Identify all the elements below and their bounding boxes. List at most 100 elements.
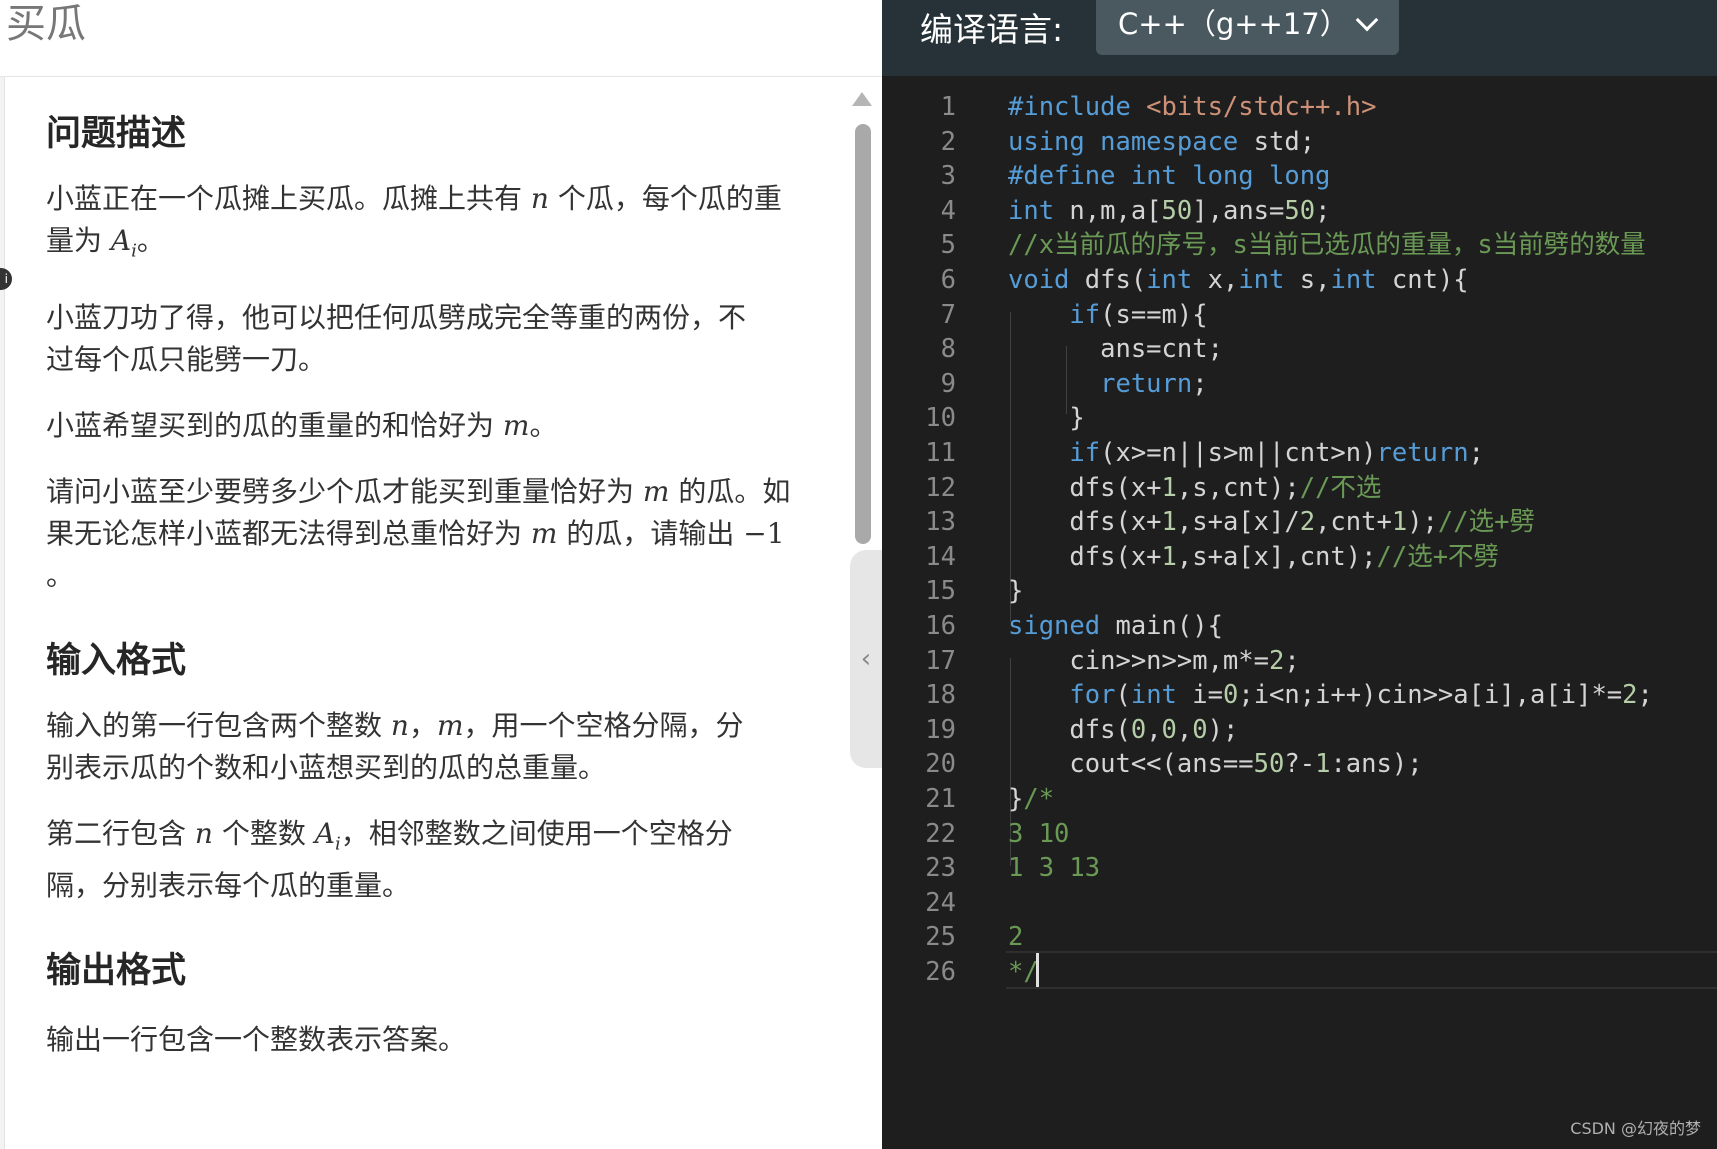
code-line: */: [1008, 957, 1039, 987]
language-select[interactable]: C++（g++17）: [1096, 0, 1399, 55]
problem-panel: 买瓜 i 问题描述 小蓝正在一个瓜摊上买瓜。瓜摊上共有 n 个瓜，每个瓜的重 量…: [0, 0, 882, 1149]
line-number: 9: [940, 368, 956, 399]
description-paragraph-1: 小蓝正在一个瓜摊上买瓜。瓜摊上共有 n 个瓜，每个瓜的重 量为 Ai。: [46, 178, 816, 273]
line-number: 24: [925, 887, 956, 918]
line-number: 20: [925, 749, 956, 780]
input-paragraph-2: 第二行包含 n 个整数 Ai，相邻整数之间使用一个空格分隔，分别表示每个瓜的重量…: [46, 813, 766, 908]
code-line: #define int long long: [1008, 161, 1331, 192]
text: 。: [529, 408, 558, 442]
line-number: 7: [940, 299, 956, 330]
code-line: int n,m,a[50],ans=50;: [1008, 195, 1331, 226]
code-line: dfs(0,0,0);: [1008, 714, 1239, 745]
description-paragraph-2: 小蓝刀功了得，他可以把任何瓜劈成完全等重的两份，不过每个瓜只能劈一刀。: [46, 300, 747, 376]
language-label: 编译语言:: [920, 10, 1064, 49]
code-line: dfs(x+1,s+a[x]/2,cnt+1);//选+劈: [1008, 507, 1535, 538]
description-paragraph-4: 请问小蓝至少要劈多少个瓜才能买到重量恰好为 m 的瓜。如 果无论怎样小蓝都无法得…: [46, 471, 816, 597]
math-var: n: [194, 816, 213, 850]
math-value: −1: [743, 516, 785, 550]
title-divider: [0, 76, 882, 77]
text: 个整数: [212, 816, 315, 850]
code-editor[interactable]: 1 2 3 4 5 6 7 8 9 10 11 12 13 14 15 16 17 18 19 20 21 22 23 24 2…: [882, 76, 1717, 1149]
line-number: 19: [925, 714, 956, 745]
line-number: 13: [925, 507, 956, 538]
text-cursor: [1036, 953, 1039, 987]
code-line: #include <bits/stdc++.h>: [1008, 92, 1377, 122]
line-number: 15: [925, 576, 956, 607]
math-var: m: [530, 516, 558, 550]
text: 的瓜。如: [669, 474, 791, 508]
description-paragraph-3: 小蓝希望买到的瓜的重量的和恰好为 m。: [46, 405, 816, 447]
line-number: 8: [940, 334, 956, 365]
code-panel: 编译语言: C++（g++17） 1 2 3 4 5 6 7 8 9 10 11 12 13 14 15 16…: [882, 0, 1717, 1149]
chevron-left-icon: ‹: [860, 644, 872, 674]
line-number: 5: [940, 230, 956, 261]
line-number: 21: [925, 784, 956, 814]
code-line: void dfs(int x,int s,int cnt){: [1008, 265, 1469, 295]
text: 。: [136, 224, 165, 257]
text: 小蓝正在一个瓜摊上买瓜。瓜摊上共有: [46, 182, 531, 215]
line-number: 2: [940, 126, 956, 157]
panel-edge: [0, 77, 5, 1149]
math-var: A: [314, 816, 335, 850]
line-number: 16: [925, 611, 956, 641]
section-heading-input: 输入格式: [46, 640, 187, 681]
language-select-value: C++（g++17）: [1118, 7, 1349, 41]
math-var: n: [530, 182, 549, 215]
math-var: A: [110, 224, 132, 257]
line-number: 6: [940, 265, 956, 295]
math-var: n: [390, 708, 409, 742]
math-var: m: [642, 474, 670, 508]
code-line: }: [1008, 403, 1085, 434]
section-heading-output: 输出格式: [46, 951, 187, 992]
line-number: 17: [925, 645, 956, 676]
info-icon[interactable]: i: [0, 268, 12, 290]
active-line-highlight: [1006, 951, 1717, 989]
line-number: 14: [925, 541, 956, 572]
output-paragraph-1: 输出一行包含一个整数表示答案。: [46, 1023, 467, 1057]
section-heading-description: 问题描述: [46, 114, 187, 154]
scroll-up-arrow-icon[interactable]: [852, 92, 872, 106]
line-number: 18: [925, 680, 956, 711]
code-line: return;: [1100, 368, 1208, 399]
vertical-scrollbar-thumb[interactable]: [855, 124, 871, 544]
chevron-down-icon: [1355, 8, 1379, 32]
editor-toolbar: 编译语言: C++（g++17）: [882, 0, 1717, 76]
code-line: cin>>n>>m,m*=2;: [1008, 645, 1300, 676]
line-number: 3: [940, 161, 956, 192]
math-var: m: [436, 708, 464, 742]
problem-title: 买瓜: [6, 1, 86, 47]
line-number: 1: [940, 92, 956, 122]
code-line: dfs(x+1,s+a[x],cnt);//选+不劈: [1008, 541, 1500, 572]
code-line: if(x>=n||s>m||cnt>n)return;: [1069, 438, 1484, 468]
code-line: if(s==m){: [1069, 299, 1208, 330]
watermark: CSDN @幻夜的梦: [1570, 1119, 1701, 1138]
text: 输入的第一行包含两个整数: [46, 708, 391, 742]
text: 量为: [46, 224, 111, 257]
code-line: }: [1008, 576, 1024, 607]
input-paragraph-1: 输入的第一行包含两个整数 n，m，用一个空格分隔，分别表示瓜的个数和小蓝想买到的…: [46, 705, 766, 789]
code-line: 3 10: [1008, 818, 1070, 849]
text: ，: [408, 708, 437, 742]
line-number: 4: [940, 195, 956, 226]
code-line: 1 3 13: [1008, 853, 1101, 884]
code-line: for(int i=0;i<n;i++)cin>>a[i],a[i]*=2;: [1069, 680, 1653, 711]
code-line: 2: [1008, 922, 1024, 953]
line-number: 10: [925, 403, 956, 434]
code-line: //x当前瓜的序号，s当前已选瓜的重量，s当前劈的数量: [1008, 230, 1646, 261]
text: 第二行包含: [46, 816, 195, 850]
line-number: 25: [925, 922, 956, 953]
problem-content: 问题描述 小蓝正在一个瓜摊上买瓜。瓜摊上共有 n 个瓜，每个瓜的重 量为 Ai。…: [46, 110, 816, 1061]
text: 个瓜，每个瓜的重: [548, 182, 782, 215]
text: 的瓜，请输出: [557, 516, 744, 550]
code-line: signed main(){: [1008, 611, 1223, 641]
line-number: 26: [925, 957, 956, 987]
collapse-panel-button[interactable]: ‹: [850, 550, 882, 768]
line-number: 22: [925, 818, 956, 849]
line-number: 12: [925, 472, 956, 503]
line-number: 23: [925, 853, 956, 884]
code-line: dfs(x+1,s,cnt);//不选: [1008, 472, 1382, 503]
math-var: m: [502, 408, 530, 442]
code-line: }/*: [1008, 784, 1055, 814]
text: 请问小蓝至少要劈多少个瓜才能买到重量恰好为: [46, 474, 643, 508]
text: 小蓝希望买到的瓜的重量的和恰好为: [46, 408, 503, 442]
